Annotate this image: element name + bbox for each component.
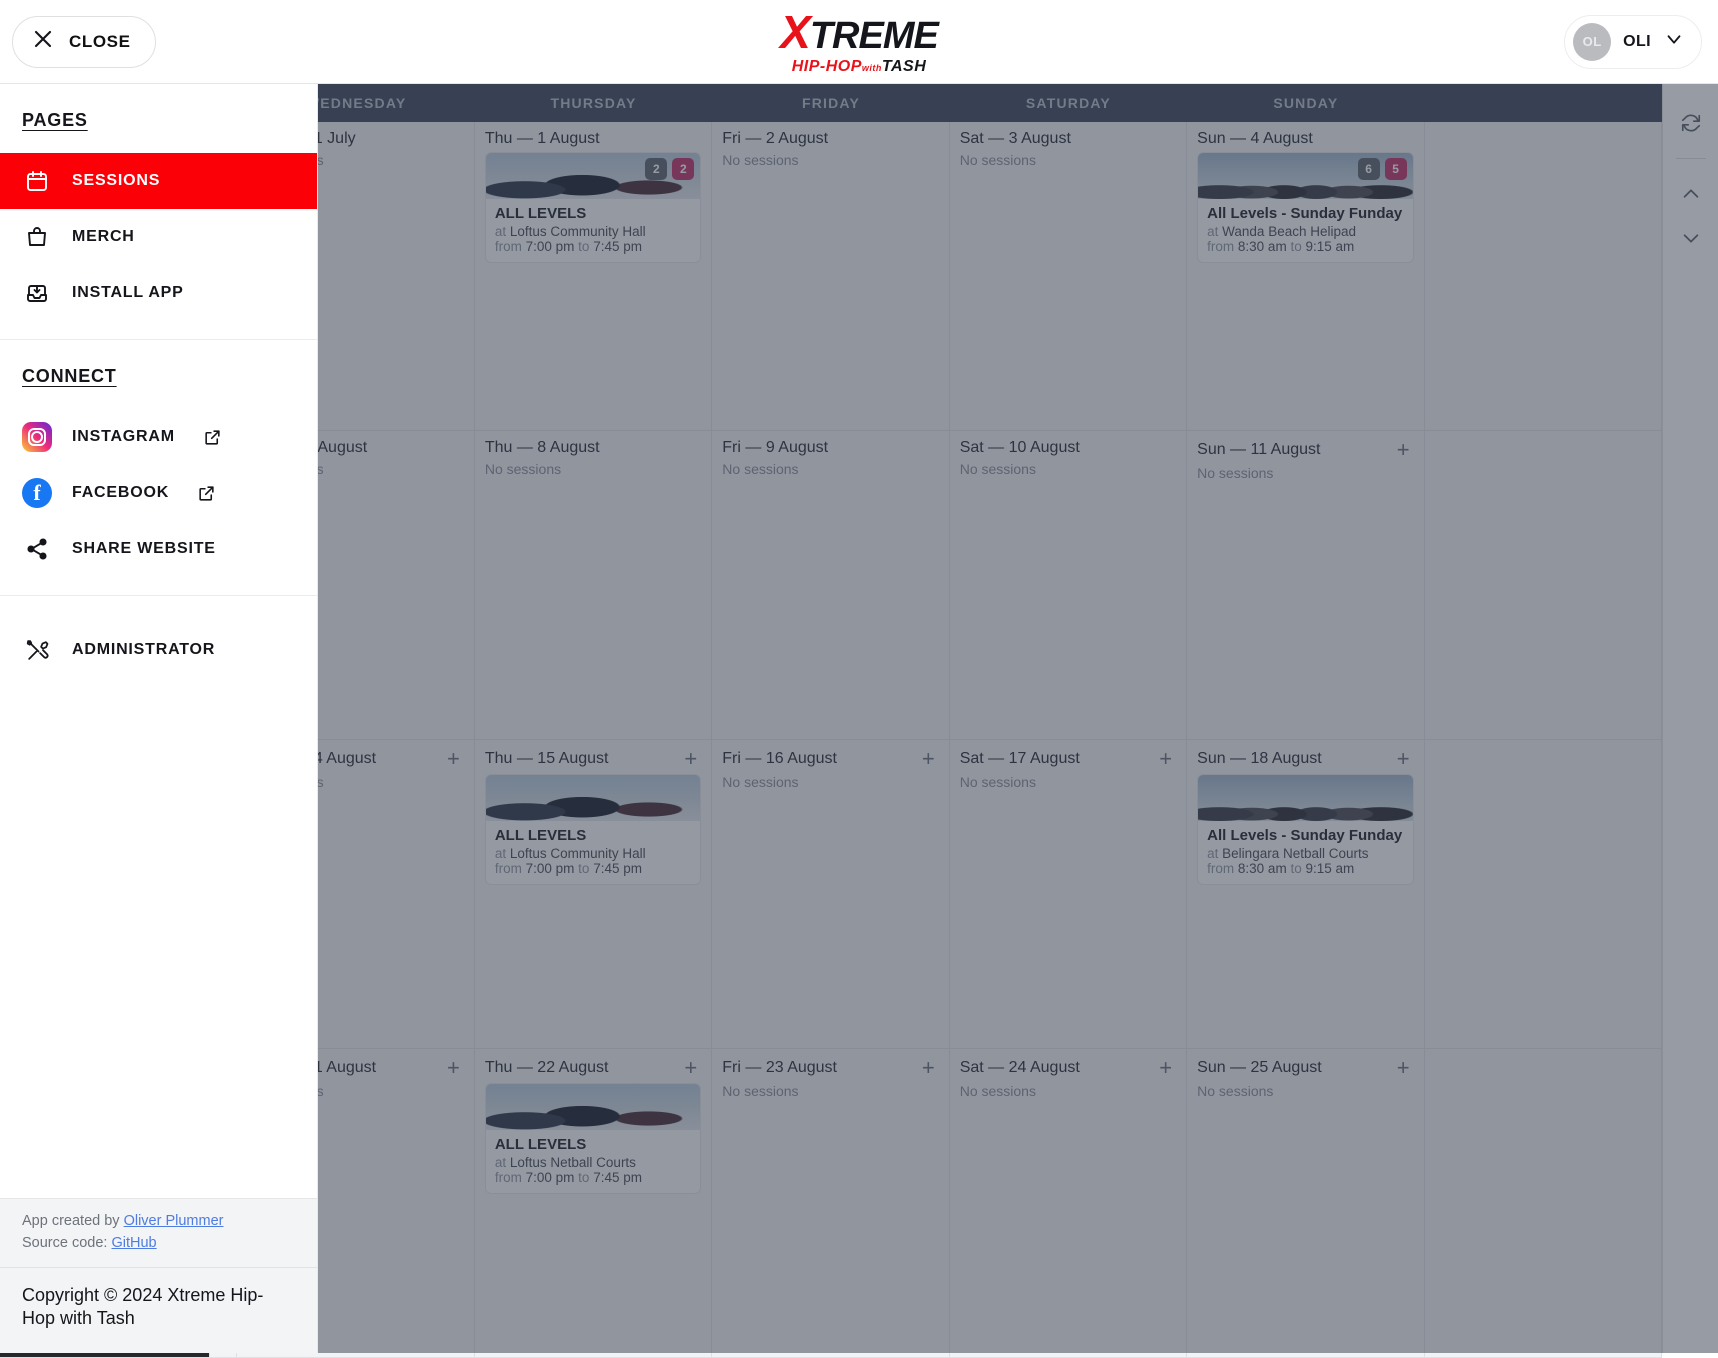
app-credit: App created by Oliver Plummer Source cod… <box>0 1198 317 1268</box>
close-button-label: CLOSE <box>69 32 131 52</box>
sidebar-item-instagram[interactable]: INSTAGRAM <box>0 409 317 465</box>
pages-section: PAGES SESSIONS MERCH <box>0 84 317 340</box>
credit-author-link[interactable]: Oliver Plummer <box>124 1213 224 1229</box>
sidebar-item-install-app[interactable]: INSTALL APP <box>0 265 317 321</box>
credit-prefix: App created by <box>22 1213 124 1229</box>
logo-rest: TREME <box>810 15 938 57</box>
drawer-spacer <box>0 696 317 1198</box>
sidebar-item-administrator[interactable]: ADMINISTRATOR <box>0 622 317 678</box>
sidebar-item-label: SESSIONS <box>72 172 160 190</box>
tools-icon <box>22 638 52 663</box>
sidebar-item-label: FACEBOOK <box>72 484 169 502</box>
logo-x: X <box>780 6 810 58</box>
sidebar-item-sessions[interactable]: SESSIONS <box>0 153 317 209</box>
instagram-icon <box>22 422 52 452</box>
sidebar-item-label: INSTALL APP <box>72 284 184 302</box>
share-icon <box>22 537 52 561</box>
install-download-icon <box>22 281 52 305</box>
sidebar-item-share-website[interactable]: SHARE WEBSITE <box>0 521 317 577</box>
logo-with: with <box>862 63 882 73</box>
user-menu-button[interactable]: OL OLI <box>1564 15 1702 69</box>
close-button[interactable]: CLOSE <box>12 16 156 68</box>
sidebar-item-facebook[interactable]: f FACEBOOK <box>0 465 317 521</box>
logo-hiphop: HIP-HOP <box>792 58 862 75</box>
logo-tash: TASH <box>882 58 926 75</box>
sidebar-item-label: ADMINISTRATOR <box>72 641 215 659</box>
external-link-icon <box>197 484 216 503</box>
close-icon <box>31 27 55 56</box>
logo-sub-text: HIP-HOPwithTASH <box>780 59 938 75</box>
chevron-down-icon <box>1663 28 1685 55</box>
external-link-icon <box>203 428 222 447</box>
connect-section: CONNECT INSTAGRAM f FACEBOOK <box>0 340 317 596</box>
avatar: OL <box>1573 23 1611 61</box>
app-root: TUESDAYWEDNESDAYTHURSDAYFRIDAYSATURDAYSU… <box>0 0 1718 1353</box>
facebook-icon: f <box>22 478 52 508</box>
admin-section: ADMINISTRATOR <box>0 596 317 696</box>
navigation-drawer: PAGES SESSIONS MERCH <box>0 84 318 1353</box>
user-name-label: OLI <box>1623 33 1651 51</box>
calendar-icon <box>22 169 52 193</box>
pages-section-title: PAGES <box>0 110 317 131</box>
logo-main-text: XTREME <box>780 9 938 55</box>
source-code-link[interactable]: GitHub <box>111 1235 156 1251</box>
sidebar-item-label: INSTAGRAM <box>72 428 175 446</box>
top-bar: CLOSE XTREME HIP-HOPwithTASH OL OLI <box>0 0 1718 84</box>
source-prefix: Source code: <box>22 1235 111 1251</box>
sidebar-item-merch[interactable]: MERCH <box>0 209 317 265</box>
sidebar-item-label: SHARE WEBSITE <box>72 540 216 558</box>
copyright-text: Copyright © 2024 Xtreme Hip-Hop with Tas… <box>0 1268 317 1354</box>
sidebar-item-label: MERCH <box>72 228 135 246</box>
bag-icon <box>22 225 52 249</box>
brand-logo[interactable]: XTREME HIP-HOPwithTASH <box>780 9 938 75</box>
connect-section-title: CONNECT <box>0 366 317 387</box>
